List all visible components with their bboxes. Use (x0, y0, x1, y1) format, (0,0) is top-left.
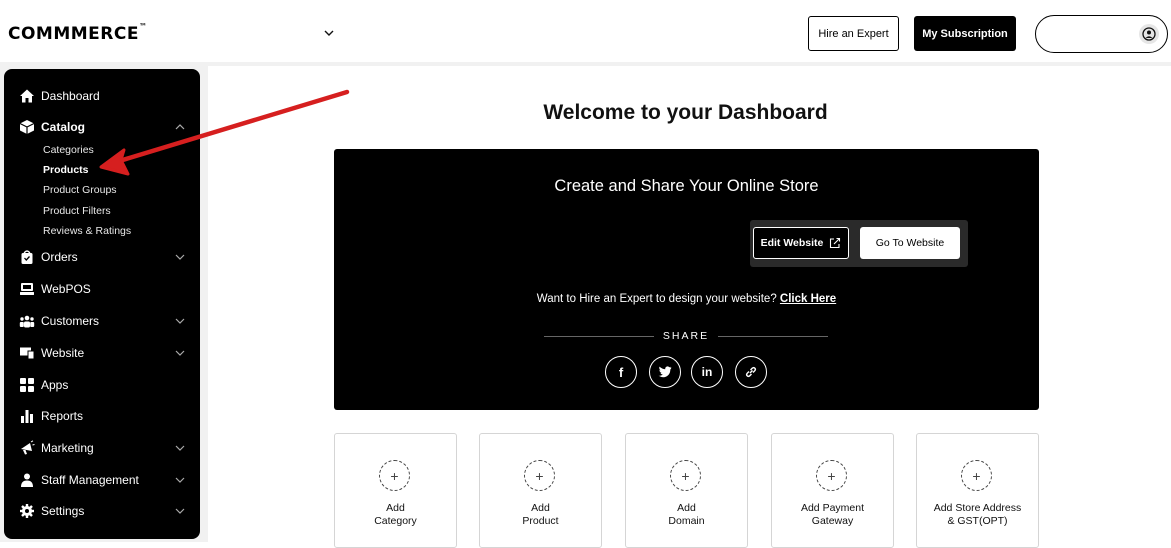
gear-icon (19, 503, 35, 519)
linkedin-icon[interactable]: in (691, 356, 723, 388)
sidebar-item-settings[interactable]: Settings (4, 499, 200, 523)
sidebar-item-staff-management[interactable]: Staff Management (4, 468, 200, 492)
sidebar-subitem-products[interactable]: Products (43, 164, 89, 176)
sidebar-item-label: Customers (41, 314, 100, 328)
box-icon (19, 119, 35, 135)
external-edit-icon (830, 237, 841, 249)
chevron-down-icon (175, 445, 185, 451)
megaphone-icon (19, 440, 35, 456)
card-label: Add Category (374, 502, 417, 527)
card-label: Add Product (522, 502, 559, 527)
divider-line (718, 336, 828, 337)
panel-title: Create and Share Your Online Store (554, 177, 819, 195)
share-divider: SHARE (544, 330, 828, 344)
chevron-down-icon (175, 318, 185, 324)
sidebar-item-label: Settings (41, 504, 85, 518)
sidebar-item-apps[interactable]: Apps (4, 373, 200, 397)
card-label: Add Store Address & GST(OPT) (933, 502, 1022, 527)
sidebar-item-marketing[interactable]: Marketing (4, 436, 200, 460)
store-share-panel: Create and Share Your Online Store Edit … (334, 149, 1039, 410)
plus-icon: + (816, 460, 847, 491)
add-store-address-card[interactable]: + Add Store Address & GST(OPT) (916, 433, 1039, 548)
sidebar-item-orders[interactable]: Orders (4, 245, 200, 269)
edit-website-button[interactable]: Edit Website (753, 227, 849, 259)
chevron-down-icon[interactable] (322, 26, 336, 40)
add-payment-gateway-card[interactable]: + Add Payment Gateway (771, 433, 894, 548)
profile-menu[interactable] (1035, 15, 1168, 53)
add-product-card[interactable]: + Add Product (479, 433, 602, 548)
add-domain-card[interactable]: + Add Domain (625, 433, 748, 548)
plus-icon: + (961, 460, 992, 491)
main-content: Welcome to your Dashboard Create and Sha… (208, 66, 1171, 548)
sidebar-subitem-product-groups[interactable]: Product Groups (43, 184, 117, 196)
my-subscription-button[interactable]: My Subscription (914, 16, 1016, 51)
plus-icon: + (379, 460, 410, 491)
card-label: Add Domain (668, 502, 705, 527)
brand-logo[interactable]: COMMMERCE™ (8, 22, 147, 44)
chevron-down-icon (175, 477, 185, 483)
staff-icon (19, 472, 35, 488)
pos-icon (19, 281, 35, 297)
page-title: Welcome to your Dashboard (543, 101, 828, 124)
sidebar-item-label: Marketing (41, 441, 94, 455)
hire-expert-button[interactable]: Hire an Expert (808, 16, 899, 51)
sidebar-item-reports[interactable]: Reports (4, 404, 200, 428)
add-category-card[interactable]: + Add Category (334, 433, 457, 548)
click-here-link[interactable]: Click Here (780, 293, 836, 305)
sidebar-item-label: Orders (41, 250, 78, 264)
apps-icon (19, 377, 35, 393)
sidebar-item-webpos[interactable]: WebPOS (4, 277, 200, 301)
plus-icon: + (524, 460, 555, 491)
sidebar-subitem-reviews-ratings[interactable]: Reviews & Ratings (43, 225, 131, 237)
people-icon (19, 313, 35, 329)
chevron-down-icon (175, 350, 185, 356)
sidebar-item-dashboard[interactable]: Dashboard (4, 84, 200, 108)
sidebar-item-label: Dashboard (41, 89, 100, 103)
sidebar-subitem-categories[interactable]: Categories (43, 144, 94, 156)
chevron-down-icon (175, 254, 185, 260)
website-actions: Edit Website Go To Website (750, 220, 968, 267)
sidebar: Dashboard Catalog Categories Products Pr… (4, 69, 200, 539)
sidebar-item-label: Catalog (41, 120, 86, 134)
sidebar-item-label: Website (41, 346, 85, 360)
card-label: Add Payment Gateway (800, 502, 865, 527)
user-avatar-icon (1139, 24, 1159, 44)
sidebar-item-website[interactable]: Website (4, 341, 200, 365)
chevron-up-icon (175, 124, 185, 130)
sidebar-item-customers[interactable]: Customers (4, 309, 200, 333)
link-icon[interactable] (735, 356, 767, 388)
facebook-icon[interactable]: f (605, 356, 637, 388)
sidebar-item-label: Apps (41, 378, 69, 392)
hire-expert-prompt: Want to Hire an Expert to design your we… (536, 293, 837, 305)
sidebar-item-label: WebPOS (41, 282, 91, 296)
sidebar-item-label: Reports (41, 409, 84, 423)
sidebar-item-catalog[interactable]: Catalog (4, 115, 200, 139)
go-to-website-button[interactable]: Go To Website (860, 227, 960, 259)
plus-icon: + (670, 460, 701, 491)
bag-icon (19, 249, 35, 265)
sidebar-item-label: Staff Management (41, 473, 139, 487)
home-icon (19, 88, 35, 104)
sidebar-subitem-product-filters[interactable]: Product Filters (43, 205, 111, 217)
twitter-icon[interactable] (649, 356, 681, 388)
reports-icon (19, 408, 35, 424)
website-icon (19, 345, 35, 361)
chevron-down-icon (175, 508, 185, 514)
top-header: COMMMERCE™ Hire an Expert My Subscriptio… (0, 0, 1171, 66)
